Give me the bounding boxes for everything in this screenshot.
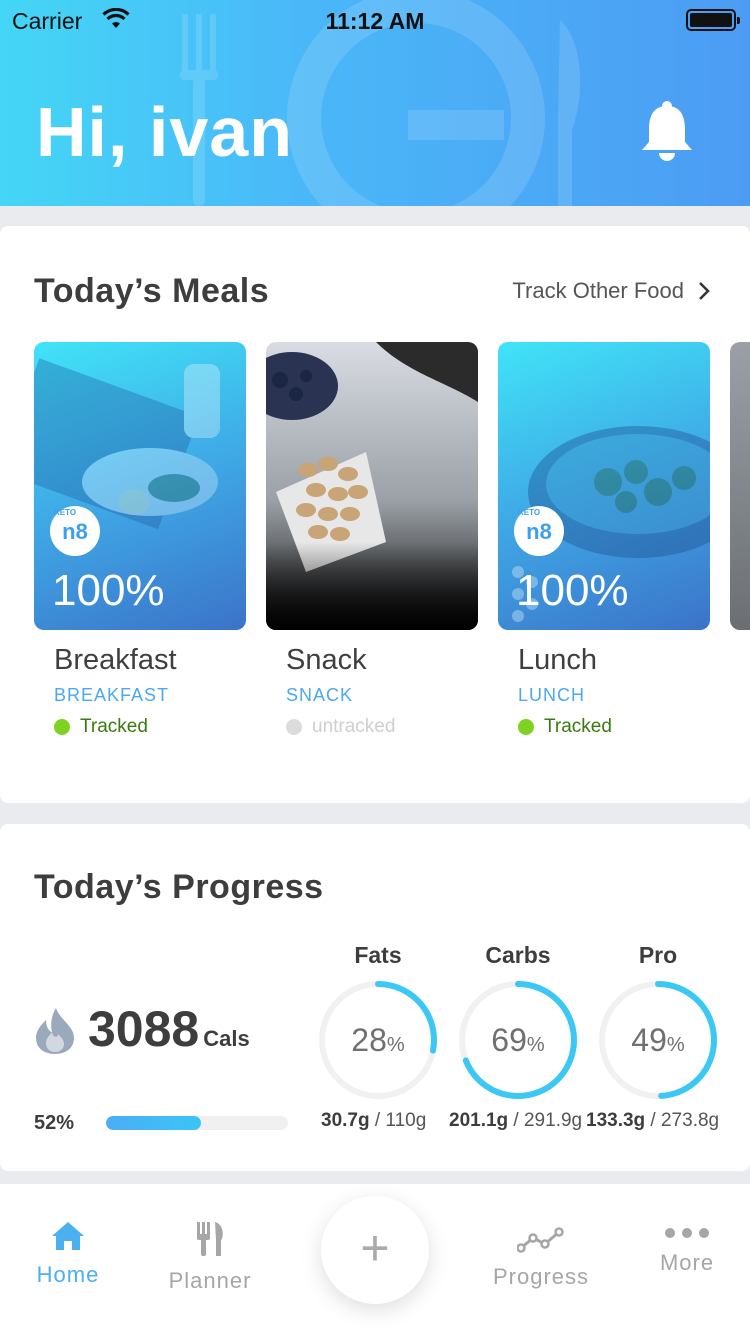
meal-status-label: untracked (312, 716, 396, 737)
tab-progress[interactable]: Progress (482, 1226, 600, 1290)
meals-title: Today’s Meals (34, 272, 270, 310)
meal-type: LUNCH (518, 685, 586, 705)
calories-unit: Cals (203, 1026, 250, 1051)
chevron-right-icon (699, 282, 710, 300)
battery-icon (686, 9, 740, 31)
track-other-food-link[interactable]: Track Other Food (512, 278, 710, 304)
meal-type: SNACK (286, 685, 354, 705)
add-button[interactable]: + (321, 1196, 429, 1304)
header: Carrier 11:12 AM Hi, ivan (0, 0, 750, 206)
calories-value: 3088 (88, 1001, 200, 1057)
meal-status-label: Tracked (544, 716, 612, 737)
tab-home-label: Home (36, 1262, 100, 1287)
home-icon (52, 1222, 84, 1250)
status-bar: Carrier 11:12 AM (0, 0, 750, 40)
meal-status: untracked (286, 716, 478, 738)
track-other-food-label: Track Other Food (512, 278, 684, 303)
fork-knife-icon (197, 1222, 223, 1256)
meal-status: Tracked (54, 716, 246, 738)
meals-card: Today’s Meals Track Other Food KETO n8 10… (0, 226, 750, 803)
meal-name: Breakfast (54, 644, 177, 676)
macro-ring: 28% (316, 978, 440, 1102)
more-dots-icon (665, 1228, 709, 1238)
tab-progress-label: Progress (492, 1264, 590, 1289)
meal-percent: 100% (52, 566, 165, 615)
status-dot-icon (518, 719, 534, 735)
progress-title: Today’s Progress (34, 868, 324, 906)
meal-card-partial[interactable] (730, 342, 750, 630)
macro-percent: 49% (631, 1022, 685, 1058)
meal-name: Snack (286, 644, 367, 676)
macro-carbs: Carbs 69% (456, 942, 580, 1102)
keto-n8-badge-icon: KETO n8 (514, 506, 564, 556)
meal-type: BREAKFAST (54, 685, 170, 705)
status-time: 11:12 AM (325, 8, 425, 34)
tab-planner[interactable]: Planner (160, 1220, 260, 1294)
calories-total: 3088 Cals (88, 1000, 250, 1058)
keto-n8-badge-icon: KETO n8 (50, 506, 100, 556)
meal-status: Tracked (518, 716, 710, 738)
progress-card: Today’s Progress 3088 Cals 52% Fats 28% … (0, 824, 750, 1171)
meal-status-label: Tracked (80, 716, 148, 737)
macro-protein: Pro 49% (596, 942, 720, 1102)
macro-name: Fats (354, 942, 402, 968)
meal-card-snack[interactable]: Snack SNACK untracked (266, 342, 478, 738)
tab-planner-label: Planner (168, 1268, 252, 1293)
tab-bar: Home Planner + Progress More (0, 1184, 750, 1334)
meal-name: Lunch (518, 644, 598, 676)
flame-icon (36, 1008, 74, 1054)
daily-progress-percent: 52% (34, 1112, 75, 1134)
greeting-title: Hi, ivan (36, 93, 293, 171)
meal-photo-breakfast: KETO n8 100% (34, 342, 246, 630)
meal-photo-lunch: KETO n8 100% (498, 342, 710, 630)
status-dot-icon (286, 719, 302, 735)
status-dot-icon (54, 719, 70, 735)
macro-name: Carbs (485, 942, 551, 968)
macro-percent: 69% (491, 1022, 545, 1058)
macro-percent: 28% (351, 1022, 405, 1058)
meal-card-lunch[interactable]: KETO n8 100% Lunch LUNCH Tracked (498, 342, 710, 738)
macro-amount-carbs: 201.1g / 291.9g (449, 1110, 583, 1131)
tab-home[interactable]: Home (28, 1220, 108, 1288)
macro-ring: 69% (456, 978, 580, 1102)
macro-name: Pro (638, 942, 678, 968)
tab-more[interactable]: More (650, 1226, 724, 1276)
meal-photo-snack (266, 342, 478, 630)
tab-more-label: More (659, 1250, 715, 1275)
meal-card-breakfast[interactable]: KETO n8 100% Breakfast BREAKFAST Tracked (34, 342, 246, 738)
meal-percent: 100% (516, 566, 629, 615)
daily-progress-fill (106, 1116, 201, 1130)
notification-bell-icon[interactable] (638, 100, 696, 162)
daily-progress-bar (106, 1116, 288, 1130)
macro-ring: 49% (596, 978, 720, 1102)
progress-chart-icon (517, 1227, 564, 1253)
macro-amount-protein: 133.3g / 273.8g (586, 1110, 720, 1131)
macro-amount-fats: 30.7g / 110g (321, 1110, 427, 1131)
macro-fats: Fats 28% (316, 942, 440, 1102)
